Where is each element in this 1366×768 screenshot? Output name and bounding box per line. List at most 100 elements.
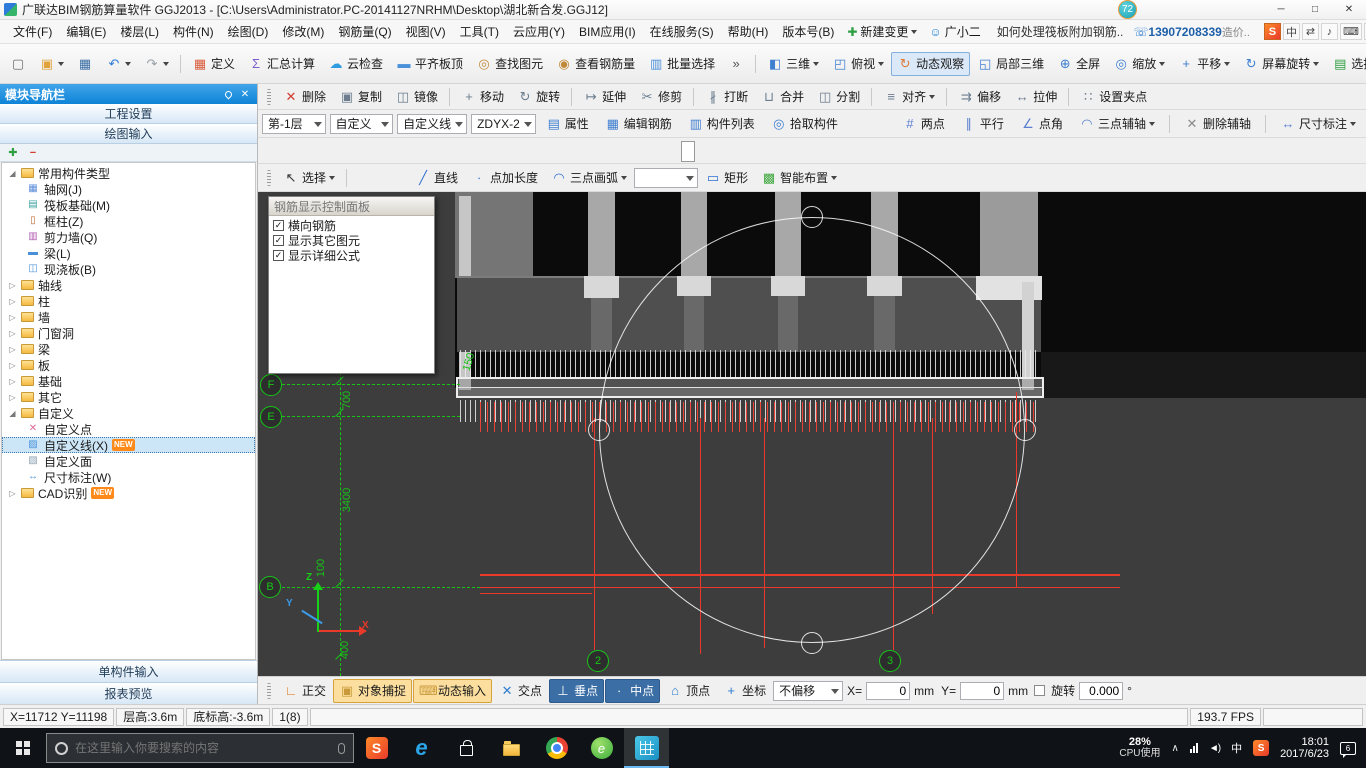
- tree-expander-icon[interactable]: ◢: [8, 169, 17, 178]
- offset-mode-select[interactable]: 不偏移: [773, 681, 843, 701]
- taskbar-clock[interactable]: 18:01 2017/6/23: [1280, 736, 1329, 760]
- menu-floor[interactable]: 楼层(L): [113, 20, 166, 43]
- screen-rotate-button[interactable]: ↻ 屏幕旋转: [1237, 52, 1325, 76]
- perpendicular-snap-button[interactable]: ⊥ 垂点: [549, 679, 604, 703]
- component-list-button[interactable]: ▥ 构件列表: [682, 112, 761, 136]
- more-tools-button[interactable]: »: [722, 52, 750, 76]
- type-combo[interactable]: 自定义线: [397, 114, 467, 134]
- delete-aux-axis-button[interactable]: ✕ 删除辅轴: [1178, 112, 1257, 136]
- tree-expander-icon[interactable]: ▷: [8, 377, 17, 386]
- copy-button[interactable]: ▣ 复制: [333, 85, 388, 109]
- tree-custom-line[interactable]: ▨ 自定义线(X) NEW: [2, 437, 255, 453]
- taskbar-app-sogou[interactable]: S: [354, 728, 399, 768]
- midpoint-snap-button[interactable]: ∙ 中点: [605, 679, 660, 703]
- menu-rebar-quantity[interactable]: 钢筋量(Q): [331, 20, 398, 43]
- menu-component[interactable]: 构件(N): [166, 20, 221, 43]
- option-show-detailed-formula[interactable]: ✓ 显示详细公式: [273, 248, 430, 263]
- ime-mode-indicator[interactable]: 中: [1231, 740, 1242, 756]
- help-ticker[interactable]: 如何处理筏板附加钢筋..: [997, 23, 1124, 40]
- align-button[interactable]: ≡ 对齐: [877, 85, 941, 109]
- vertex-snap-button[interactable]: ⌂ 顶点: [661, 679, 716, 703]
- ime-chinese-mode[interactable]: 中: [1283, 23, 1300, 40]
- checkbox-icon[interactable]: ✓: [273, 250, 284, 261]
- taskbar-app-store[interactable]: [444, 728, 489, 768]
- set-grip-button[interactable]: ∷ 设置夹点: [1074, 85, 1153, 109]
- dynamic-input-toggle[interactable]: ⌨ 动态输入: [413, 679, 492, 703]
- element-combo[interactable]: ZDYX-2: [471, 114, 536, 134]
- tree-dimension[interactable]: ↔ 尺寸标注(W): [2, 469, 255, 485]
- edit-rebar-button[interactable]: ▦ 编辑钢筋: [599, 112, 678, 136]
- checkbox-icon[interactable]: ✓: [273, 235, 284, 246]
- ortho-toggle[interactable]: ∟ 正交: [277, 679, 332, 703]
- coordinate-snap-button[interactable]: + 坐标: [717, 679, 772, 703]
- menu-online-service[interactable]: 在线服务(S): [643, 20, 721, 43]
- object-snap-toggle[interactable]: ▣ 对象捕捉: [333, 679, 412, 703]
- tree-beam-folder[interactable]: ▷ 梁: [2, 341, 255, 357]
- tree-wall[interactable]: ▷ 墙: [2, 309, 255, 325]
- menu-tools[interactable]: 工具(T): [453, 20, 506, 43]
- stretch-button[interactable]: ↔ 拉伸: [1008, 85, 1063, 109]
- tree-column[interactable]: ▷ 柱: [2, 293, 255, 309]
- option-horizontal-rebar[interactable]: ✓ 横向钢筋: [273, 218, 430, 233]
- microphone-icon[interactable]: [338, 743, 345, 754]
- break-button[interactable]: ∦ 打断: [699, 85, 754, 109]
- flush-slab-top-button[interactable]: ▬ 平齐板顶: [390, 52, 469, 76]
- maximize-button[interactable]: □: [1298, 0, 1332, 19]
- offset-button[interactable]: ⇉ 偏移: [952, 85, 1007, 109]
- intersection-snap-button[interactable]: ✕ 交点: [493, 679, 548, 703]
- zoom-button[interactable]: ◎ 缩放: [1107, 52, 1171, 76]
- nav-drawing-input[interactable]: 绘图输入: [0, 124, 257, 144]
- menu-modify[interactable]: 修改(M): [275, 20, 331, 43]
- tree-expander-icon[interactable]: ◢: [8, 409, 17, 418]
- menu-bim-app[interactable]: BIM应用(I): [572, 20, 643, 43]
- tree-custom-point[interactable]: ✕ 自定义点: [2, 421, 255, 437]
- find-element-button[interactable]: ◎ 查找图元: [470, 52, 549, 76]
- volume-icon[interactable]: ◄): [1209, 743, 1220, 754]
- tree-frame-column[interactable]: ▯ 框柱(Z): [2, 213, 255, 229]
- tree-axis-lines[interactable]: ▷ 轴线: [2, 277, 255, 293]
- dimension-button[interactable]: ↔ 尺寸标注: [1274, 112, 1362, 136]
- floor-combo[interactable]: 第-1层: [262, 114, 326, 134]
- three-point-arc-button[interactable]: ◠ 三点画弧: [545, 166, 633, 190]
- ime-fullwidth[interactable]: ⇄: [1302, 23, 1319, 40]
- contact-number[interactable]: 13907208339: [1148, 25, 1221, 39]
- ime-keyboard[interactable]: ⌨: [1340, 23, 1362, 40]
- category-combo[interactable]: 自定义: [330, 114, 394, 134]
- tree-foundation-folder[interactable]: ▷ 基础: [2, 373, 255, 389]
- open-button[interactable]: ▣: [33, 52, 70, 76]
- tree-expander-icon[interactable]: ▷: [8, 361, 17, 370]
- new-change-button[interactable]: ✚ 新建变更: [841, 23, 923, 40]
- tree-expander-icon[interactable]: ▷: [8, 329, 17, 338]
- tree-cast-slab[interactable]: ◫ 现浇板(B): [2, 261, 255, 277]
- tree-common-component-types[interactable]: ◢ 常用构件类型: [2, 165, 255, 181]
- menu-help[interactable]: 帮助(H): [721, 20, 776, 43]
- summary-calc-button[interactable]: Σ 汇总计算: [242, 52, 321, 76]
- top-view-button[interactable]: ◰ 俯视: [826, 52, 890, 76]
- merge-button[interactable]: ⊔ 合并: [755, 85, 810, 109]
- search-input[interactable]: [75, 741, 331, 755]
- new-button[interactable]: ▢: [4, 52, 32, 76]
- tree-custom-folder[interactable]: ◢ 自定义: [2, 405, 255, 421]
- orbit-handle[interactable]: [801, 632, 823, 654]
- tree-other-folder[interactable]: ▷ 其它: [2, 389, 255, 405]
- select-tool-button[interactable]: ↖ 选择: [277, 166, 341, 190]
- ime-sound[interactable]: ♪: [1321, 23, 1338, 40]
- nav-project-settings[interactable]: 工程设置: [0, 104, 257, 124]
- point-length-tool-button[interactable]: ∙ 点加长度: [465, 166, 544, 190]
- pan-button[interactable]: + 平移: [1172, 52, 1236, 76]
- taskbar-app-chrome[interactable]: [534, 728, 579, 768]
- cloud-check-button[interactable]: ☁ 云检查: [322, 52, 389, 76]
- rotate-button[interactable]: ↻ 旋转: [511, 85, 566, 109]
- batch-select-button[interactable]: ▥ 批量选择: [642, 52, 721, 76]
- orbit-handle[interactable]: [801, 206, 823, 228]
- properties-button[interactable]: ▤ 属性: [540, 112, 595, 136]
- tree-expander-icon[interactable]: ▷: [8, 297, 17, 306]
- notification-icon[interactable]: 6: [1340, 742, 1356, 755]
- delete-button[interactable]: ✕ 删除: [277, 85, 332, 109]
- nav-close-icon[interactable]: ✕: [238, 89, 252, 100]
- select-floor-button[interactable]: ▤ 选择楼层: [1326, 52, 1366, 76]
- three-point-aux-axis-button[interactable]: ◠ 三点辅轴: [1073, 112, 1161, 136]
- tree-expander-icon[interactable]: ▷: [8, 489, 17, 498]
- menu-view[interactable]: 视图(V): [399, 20, 453, 43]
- start-button[interactable]: [0, 728, 46, 768]
